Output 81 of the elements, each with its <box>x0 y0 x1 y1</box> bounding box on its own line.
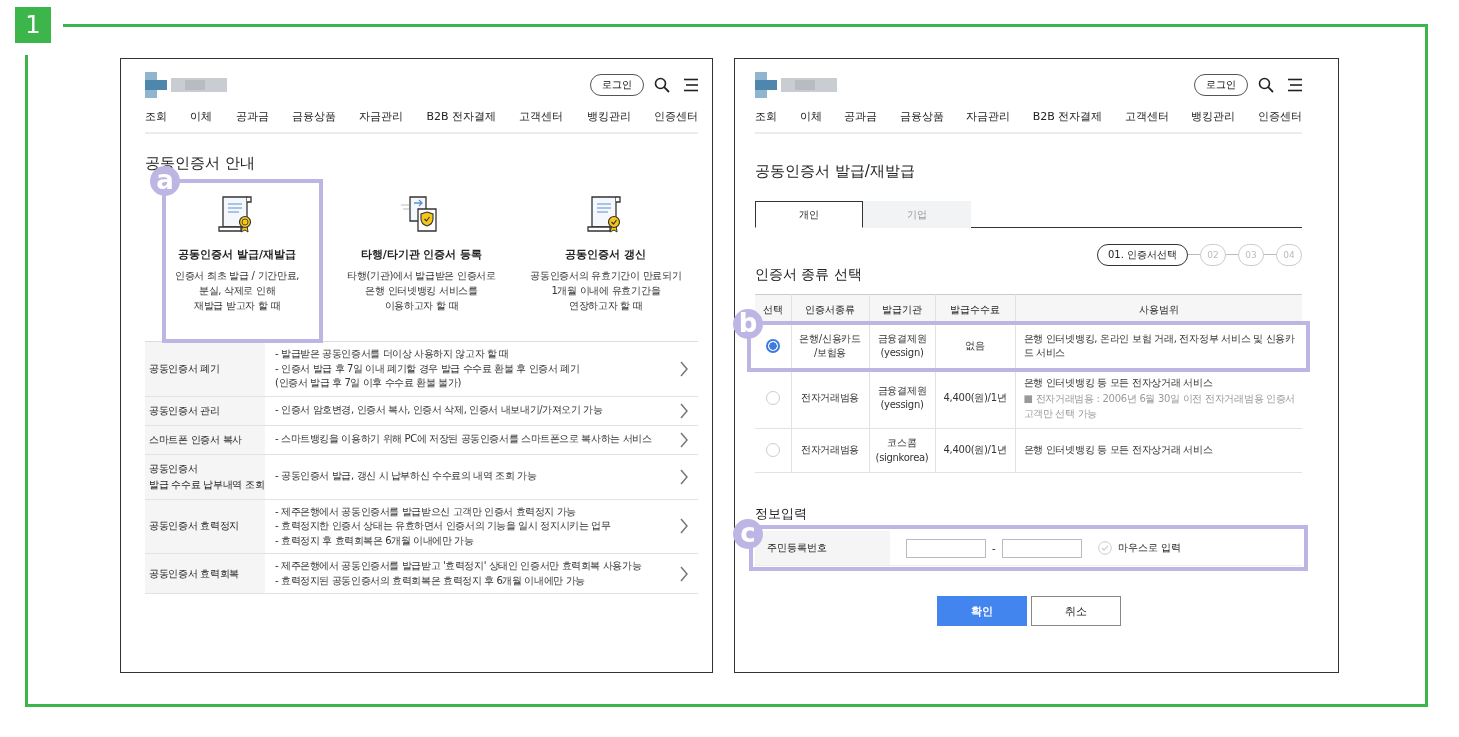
card-title[interactable]: 타행/타기관 인증서 등록 <box>360 247 483 262</box>
chevron-right-icon[interactable] <box>679 518 689 535</box>
tab[interactable]: 개인 <box>755 201 863 228</box>
service-label: 공동인증서 효력회복 <box>149 566 240 581</box>
confirm-button[interactable]: 확인 <box>936 596 1027 626</box>
nav-menu-item[interactable]: 금융상품 <box>899 109 944 124</box>
service-label: 공동인증서 효력정지 <box>149 519 240 534</box>
service-description: - 공동인증서 발급, 갱신 시 납부하신 수수료의 내역 조회 가능 <box>275 469 538 484</box>
service-description: - 효력정지 후 효력회복은 6개월 이내에만 가능 <box>275 533 475 548</box>
nav-menu-item[interactable]: 금융상품 <box>291 109 336 124</box>
table-cell: 금융결제원 (yessign) <box>869 368 935 429</box>
chevron-right-icon[interactable] <box>679 431 689 448</box>
checkbox-label: 마우스로 입력 <box>1117 541 1181 555</box>
usage-text: 은행 인터넷뱅킹 등 모든 전자상거래 서비스 <box>1023 375 1214 390</box>
service-description: - 제주은행에서 공동인증서를 발급받고 '효력정지' 상태인 인증서만 효력회복 사용가능 <box>275 559 643 573</box>
chevron-right-icon[interactable] <box>679 468 689 485</box>
table-cell: 없음 <box>935 324 1015 368</box>
service-description: - 스마트뱅킹을 이용하기 위해 PC에 저장된 공동인증서를 스마트폰으로 복사하는 서비스 <box>275 432 653 447</box>
card-description: 인증서 최초 발급 / 기간만료, 분실, 삭제로 인해 재발급 받고자 할 때 <box>175 269 300 313</box>
nav-menu-item[interactable]: 자금관리 <box>359 109 404 124</box>
nav-menu-item[interactable]: 이체 <box>799 109 822 124</box>
nav-menu-item[interactable]: 조회 <box>755 109 777 124</box>
table-cell: 금융결제원 (yessign) <box>869 324 935 368</box>
service-label: 공동인증서 관리 <box>149 403 220 418</box>
nav-menu-item[interactable]: 인증센터 <box>653 109 698 124</box>
annotation-badge: b <box>733 308 763 339</box>
card-description: 공동인증서의 유효기간이 만료되기 1개월 이내에 유효기간을 연장하고자 할 때 <box>530 269 682 313</box>
section-title: 인증서 종류 선택 <box>755 265 863 284</box>
login-button[interactable]: 로그인 <box>1194 74 1248 96</box>
login-button[interactable]: 로그인 <box>590 74 644 96</box>
service-label: 공동인증서 폐기 <box>149 361 220 376</box>
nav-menu-item[interactable]: 뱅킹관리 <box>586 109 631 124</box>
radio-button[interactable] <box>765 338 780 353</box>
search-icon[interactable] <box>654 77 670 93</box>
check-circle-icon[interactable] <box>1097 541 1112 555</box>
table-cell: 전자거래범용 <box>791 368 869 429</box>
cancel-button[interactable]: 취소 <box>1030 596 1121 626</box>
menu-icon[interactable] <box>684 78 698 92</box>
service-description: - 제주은행에서 공동인증서를 발급받으신 고객만 인증서 효력정지 가능 <box>275 504 578 519</box>
service-description: - 효력정지된 공동인증서의 효력회복은 효력정지 후 6개월 이내에만 가능 <box>275 573 586 588</box>
nav-menu-item[interactable]: B2B 전자결제 <box>1032 109 1103 124</box>
nav-menu-item[interactable]: 이체 <box>190 109 213 124</box>
field-label: 주민등록번호 <box>767 541 827 555</box>
nav-menu-item[interactable]: 인증센터 <box>1257 109 1302 124</box>
table-cell: 은행/신용카드 /보험용 <box>791 324 869 368</box>
nav-menu-item[interactable]: 자금관리 <box>966 109 1011 124</box>
table-cell: 4,400(원)/1년 <box>935 368 1015 429</box>
service-description: - 인증서 발급 후 7일 이내 폐기할 경우 발급 수수료 환불 후 인증서 폐기 (인증서 발급 후 7일 이후 수수료 환불 불가) <box>275 361 581 390</box>
menu-icon[interactable] <box>1288 78 1302 92</box>
nav-menu-item[interactable]: B2B 전자결제 <box>426 109 497 124</box>
usage-note: ■ 전자거래범용 : 2006년 6월 30일 이전 전자거래범용 인증서 고객만 선택 가능 <box>1023 392 1297 421</box>
table-cell: 4,400(원)/1년 <box>935 428 1015 473</box>
input-field[interactable] <box>1001 538 1082 558</box>
radio-button[interactable] <box>765 391 780 405</box>
chevron-right-icon[interactable] <box>679 360 689 377</box>
service-description: - 효력정지한 인증서 상태는 유효하면서 인증서의 기능을 일시 정지시키는 업무 <box>275 519 612 533</box>
usage-text: 은행 인터넷뱅킹, 온라인 보험 거래, 전자정부 서비스 및 신용카드 서비스 <box>1023 331 1296 360</box>
chevron-right-icon[interactable] <box>679 402 689 419</box>
card-title[interactable]: 공동인증서 갱신 <box>565 247 647 262</box>
nav-menu-item[interactable]: 고객센터 <box>519 109 564 124</box>
nav-menu-item[interactable]: 고객센터 <box>1124 109 1169 124</box>
nav-menu-item[interactable]: 뱅킹관리 <box>1191 109 1236 124</box>
service-description: - 발급받은 공동인증서를 더이상 사용하지 않고자 할 때 <box>275 347 510 361</box>
table-cell: 코스콤 (signkorea) <box>869 428 935 473</box>
page-title: 공동인증서 발급/재발급 <box>755 162 916 181</box>
service-label: 스마트폰 인증서 복사 <box>149 432 243 447</box>
chevron-right-icon[interactable] <box>679 565 689 582</box>
nav-menu-item[interactable]: 공과금 <box>235 109 269 124</box>
separator-dash: - <box>992 542 996 554</box>
input-field[interactable] <box>906 538 986 558</box>
nav-menu-item[interactable]: 조회 <box>145 109 167 124</box>
service-description: - 인증서 암호변경, 인증서 복사, 인증서 삭제, 인증서 내보내기/가져오기 가능 <box>275 403 604 418</box>
table-cell: 전자거래범용 <box>791 428 869 473</box>
service-label: 공동인증서 발급 수수료 납부내역 조회 <box>149 461 265 492</box>
nav-menu-item[interactable]: 공과금 <box>844 109 878 124</box>
search-icon[interactable] <box>1258 77 1274 93</box>
card-description: 타행(기관)에서 발급받은 인증서로 은행 인터넷뱅킹 서비스를 이용하고자 할 때 <box>347 269 496 313</box>
card-title[interactable]: 공동인증서 발급/재발급 <box>178 247 297 262</box>
usage-text: 은행 인터넷뱅킹 등 모든 전자상거래 서비스 <box>1023 443 1214 458</box>
annotation-badge: c <box>733 519 763 549</box>
radio-button[interactable] <box>765 443 780 458</box>
